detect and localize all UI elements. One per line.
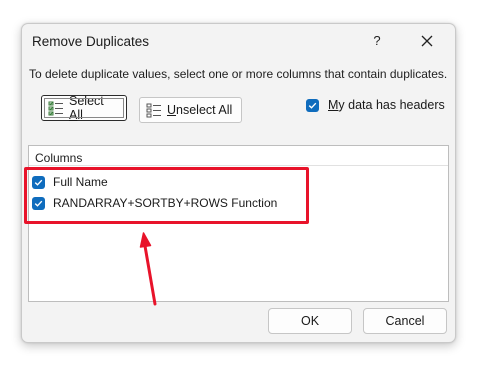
column-checkbox[interactable] [32, 196, 45, 210]
column-item-label: Full Name [53, 175, 108, 189]
column-checkbox[interactable] [32, 175, 45, 189]
select-all-icon [48, 101, 63, 116]
close-button[interactable] [412, 29, 442, 53]
checkmark-icon [34, 179, 43, 186]
ok-button[interactable]: OK [268, 308, 352, 334]
cancel-button[interactable]: Cancel [363, 308, 447, 334]
column-item-randarray-function[interactable]: RANDARRAY+SORTBY+ROWS Function [32, 196, 277, 210]
headers-checkbox[interactable] [306, 98, 319, 112]
help-button[interactable]: ? [366, 30, 388, 52]
column-item-full-name[interactable]: Full Name [32, 175, 108, 189]
select-all-button[interactable]: Select All [41, 94, 127, 122]
columns-list-header: Columns [29, 146, 448, 166]
checkmark-icon [308, 102, 317, 109]
columns-list[interactable]: Columns Full Name RANDARRAY+SORTBY+ROWS … [28, 145, 449, 302]
unselect-all-button[interactable]: Unselect All [139, 97, 242, 123]
checkmark-icon [34, 200, 43, 207]
close-icon [421, 35, 433, 47]
headers-label: My data has headers [328, 98, 445, 112]
unselect-all-label: Unselect All [167, 103, 233, 117]
unselect-all-icon [146, 103, 161, 118]
my-data-has-headers-option[interactable]: My data has headers [306, 98, 445, 112]
dialog-title: Remove Duplicates [32, 34, 150, 49]
instruction-text: To delete duplicate values, select one o… [29, 67, 448, 81]
screenshot-canvas: Remove Duplicates ? To delete duplicate … [0, 0, 479, 374]
remove-duplicates-dialog: Remove Duplicates ? To delete duplicate … [21, 23, 456, 343]
select-all-label: Select All [69, 94, 104, 122]
column-item-label: RANDARRAY+SORTBY+ROWS Function [53, 196, 278, 210]
